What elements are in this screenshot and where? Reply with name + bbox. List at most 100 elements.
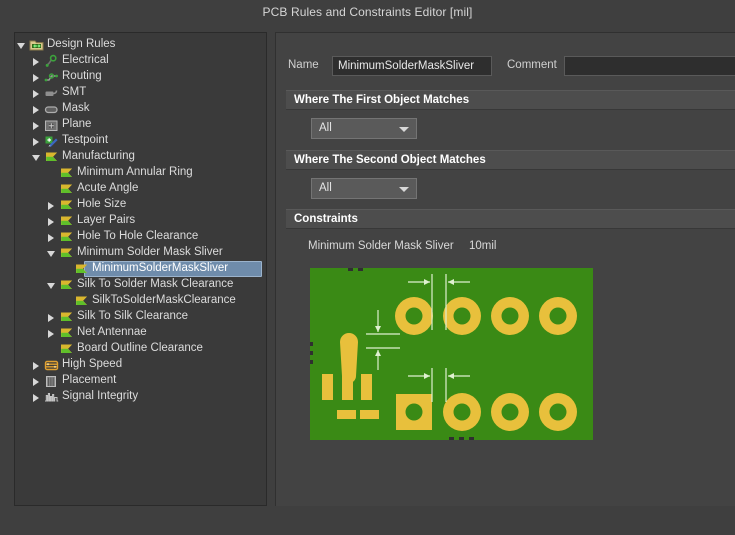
tree-item-label: Testpoint	[62, 134, 109, 146]
manufacturing-icon	[59, 166, 74, 181]
tree-item-label: Board Outline Clearance	[77, 342, 203, 354]
tree-item-label: Electrical	[62, 54, 109, 66]
testpoint-icon	[44, 134, 59, 149]
tree-item-hole-to-hole-clearance[interactable]: Hole To Hole Clearance	[15, 229, 266, 245]
tree-item-minimum-annular-ring[interactable]: Minimum Annular Ring	[15, 165, 266, 181]
collapse-triangle-icon[interactable]	[47, 245, 56, 261]
collapse-triangle-icon[interactable]	[47, 277, 56, 293]
tree-item-label: Mask	[62, 102, 90, 114]
tree-item-label: SMT	[62, 86, 87, 98]
tree-item-high-speed[interactable]: High Speed	[15, 357, 266, 373]
tree-item-smt[interactable]: SMT	[15, 85, 266, 101]
rule-name-input[interactable]	[332, 56, 492, 76]
tree-item-silk-to-solder-mask-clearance[interactable]: Silk To Solder Mask Clearance	[15, 277, 266, 293]
expand-triangle-icon[interactable]	[32, 85, 41, 101]
second-object-section-body: All	[286, 171, 735, 205]
manufacturing-icon	[44, 150, 59, 165]
second-object-scope-value: All	[319, 182, 332, 194]
tree-item-minimum-solder-mask-sliver[interactable]: Minimum Solder Mask Sliver	[15, 245, 266, 261]
mask-icon	[44, 102, 59, 117]
tree-item-label: Net Antennae	[77, 326, 147, 338]
tree-item-layer-pairs[interactable]: Layer Pairs	[15, 213, 266, 229]
tree-item-label: Plane	[62, 118, 92, 130]
manufacturing-icon	[59, 198, 74, 213]
expand-triangle-icon[interactable]	[47, 213, 56, 229]
placement-icon	[44, 374, 59, 389]
tree-item-label: High Speed	[62, 358, 123, 370]
tree-item-label: Minimum Solder Mask Sliver	[77, 246, 223, 258]
board-edge-nicks-left	[310, 342, 313, 364]
tree-item-label: SilkToSolderMaskClearance	[92, 294, 236, 306]
tree-item-label: Silk To Silk Clearance	[77, 310, 189, 322]
second-object-scope-select[interactable]: All	[311, 178, 417, 199]
expand-triangle-icon[interactable]	[32, 357, 41, 373]
manufacturing-icon	[59, 342, 74, 357]
board-edge-nicks-bottom	[449, 437, 474, 440]
collapse-triangle-icon[interactable]	[32, 149, 41, 165]
expand-triangle-icon[interactable]	[47, 197, 56, 213]
solder-mask-sliver-preview	[310, 268, 593, 440]
tree-item-label: Manufacturing	[62, 150, 135, 162]
tree-item-label: Placement	[62, 374, 117, 386]
signal-integrity-icon	[44, 390, 59, 405]
expand-triangle-icon[interactable]	[32, 117, 41, 133]
first-object-scope-select[interactable]: All	[311, 118, 417, 139]
tree-item-net-antennae[interactable]: Net Antennae	[15, 325, 266, 341]
tree-item-placement[interactable]: Placement	[15, 373, 266, 389]
tree-item-acute-angle[interactable]: Acute Angle	[15, 181, 266, 197]
tree-item-label: Silk To Solder Mask Clearance	[77, 278, 234, 290]
electrical-icon	[44, 54, 59, 69]
tree-item-testpoint[interactable]: Testpoint	[15, 133, 266, 149]
high-speed-icon	[44, 358, 59, 373]
rule-editor-panel: Name Comment Where The First Object Matc…	[275, 32, 735, 506]
tree-item-board-outline-clearance[interactable]: Board Outline Clearance	[15, 341, 266, 357]
expand-triangle-icon[interactable]	[32, 133, 41, 149]
chevron-down-icon	[399, 187, 409, 192]
expand-triangle-icon[interactable]	[32, 69, 41, 85]
design-rules-tree-panel[interactable]: Design Rules Electrical Routing SMT Mask Plan…	[14, 32, 267, 506]
design-rules-tree: Design Rules Electrical Routing SMT Mask Plan…	[15, 33, 266, 402]
tree-item-manufacturing[interactable]: Manufacturing	[15, 149, 266, 165]
tree-item-signal-integrity[interactable]: Signal Integrity	[15, 389, 266, 405]
manufacturing-icon	[59, 326, 74, 341]
expand-triangle-icon[interactable]	[32, 389, 41, 405]
tree-item-silktosoldermaskclearance[interactable]: SilkToSolderMaskClearance	[15, 293, 266, 309]
tree-item-label: Routing	[62, 70, 102, 82]
expand-triangle-icon[interactable]	[32, 373, 41, 389]
manufacturing-icon	[74, 262, 89, 277]
plane-icon	[44, 118, 59, 133]
tree-item-routing[interactable]: Routing	[15, 69, 266, 85]
constraint-label: Minimum Solder Mask Sliver	[308, 240, 454, 252]
rule-comment-input[interactable]	[564, 56, 735, 76]
first-object-scope-value: All	[319, 122, 332, 134]
tree-item-label: Layer Pairs	[77, 214, 136, 226]
comment-label: Comment	[507, 59, 557, 71]
tree-item-design-rules[interactable]: Design Rules	[15, 37, 266, 53]
tree-item-minimumsoldermasksliver[interactable]: MinimumSolderMaskSliver	[15, 261, 266, 277]
tree-item-silk-to-silk-clearance[interactable]: Silk To Silk Clearance	[15, 309, 266, 325]
tree-item-label: Signal Integrity	[62, 390, 139, 402]
manufacturing-icon	[59, 310, 74, 325]
expand-triangle-icon[interactable]	[47, 325, 56, 341]
tree-item-label: Design Rules	[47, 38, 116, 50]
tree-item-mask[interactable]: Mask	[15, 101, 266, 117]
constraints-section-header: Constraints	[286, 209, 735, 229]
manufacturing-icon	[59, 278, 74, 293]
expand-triangle-icon[interactable]	[32, 53, 41, 69]
constraint-value[interactable]: 10mil	[469, 240, 496, 252]
manufacturing-icon	[59, 246, 74, 261]
manufacturing-icon	[59, 230, 74, 245]
manufacturing-icon	[59, 214, 74, 229]
tree-item-hole-size[interactable]: Hole Size	[15, 197, 266, 213]
expand-triangle-icon[interactable]	[47, 229, 56, 245]
panel-splitter[interactable]	[268, 32, 273, 506]
name-comment-row: Name Comment	[276, 55, 735, 79]
expand-triangle-icon[interactable]	[32, 101, 41, 117]
manufacturing-icon	[59, 182, 74, 197]
tree-item-electrical[interactable]: Electrical	[15, 53, 266, 69]
tree-item-label: Hole Size	[77, 198, 127, 210]
expand-triangle-icon[interactable]	[47, 309, 56, 325]
pcb-rules-editor-window: PCB Rules and Constraints Editor [mil] D…	[0, 0, 735, 535]
collapse-triangle-icon[interactable]	[17, 37, 26, 53]
tree-item-plane[interactable]: Plane	[15, 117, 266, 133]
